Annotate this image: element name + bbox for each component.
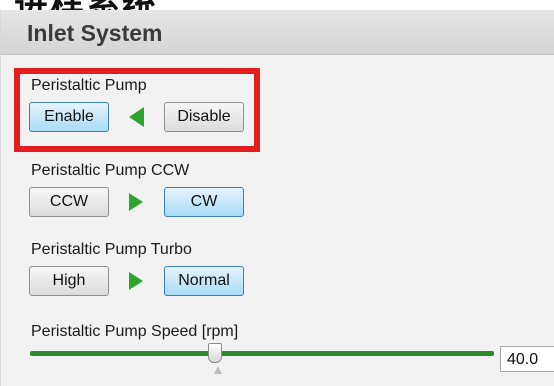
speed-slider-thumb[interactable]	[208, 343, 222, 363]
panel-header: Inlet System	[1, 10, 554, 55]
cw-button[interactable]: CW	[164, 187, 244, 217]
arrow-right-icon	[129, 272, 143, 290]
normal-button[interactable]: Normal	[164, 266, 244, 296]
speed-label: Peristaltic Pump Speed [rpm]	[31, 323, 239, 340]
direction-label: Peristaltic Pump CCW	[31, 162, 190, 179]
slider-tick-mark	[214, 366, 222, 374]
turbo-label: Peristaltic Pump Turbo	[31, 241, 192, 258]
panel-title: Inlet System	[27, 20, 163, 46]
speed-slider-track[interactable]	[30, 351, 494, 356]
highlight-box	[14, 68, 260, 152]
speed-value-field[interactable]: 40.0	[500, 346, 554, 372]
ccw-button[interactable]: CCW	[29, 187, 109, 217]
high-button[interactable]: High	[29, 266, 109, 296]
arrow-right-icon	[129, 193, 143, 211]
inlet-system-panel: Inlet System Peristaltic Pump Enable Dis…	[0, 10, 554, 386]
